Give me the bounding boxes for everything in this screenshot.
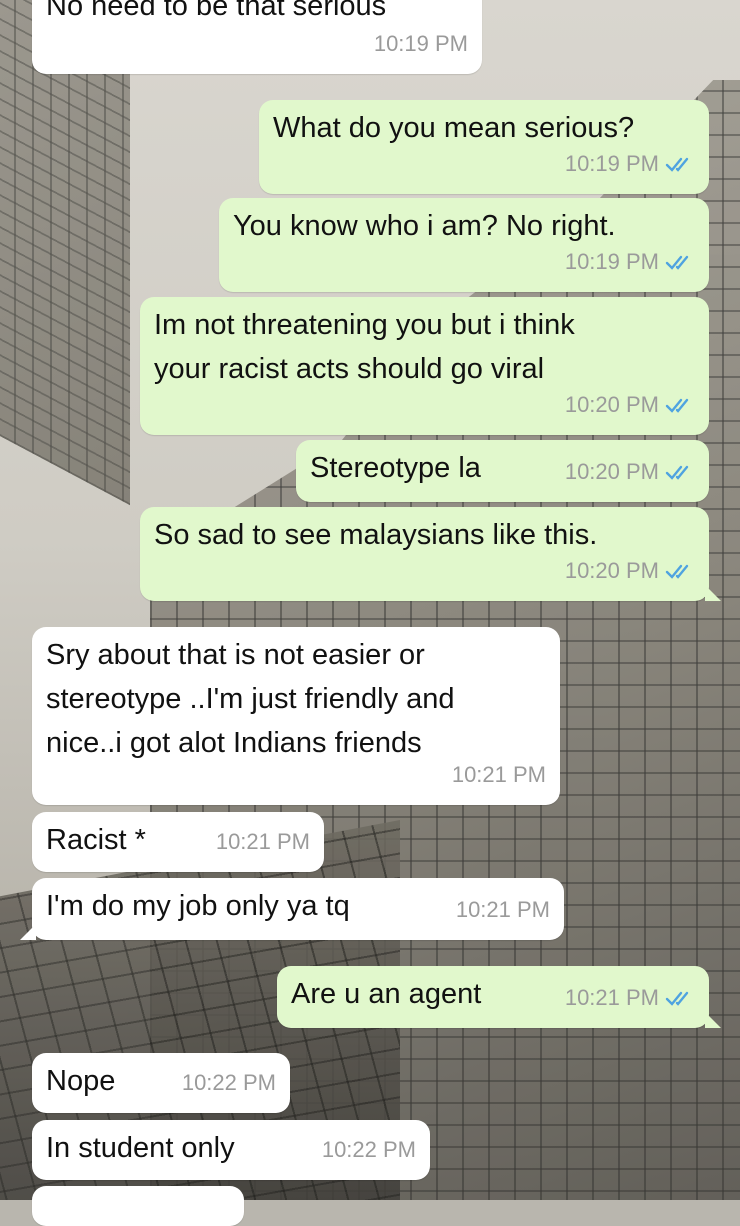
message-bubble-outgoing[interactable]: So sad to see malaysians like this. 10:2…: [140, 507, 721, 601]
message-bubble-incoming[interactable]: In student only 10:22 PM: [32, 1120, 430, 1180]
double-check-icon: [665, 465, 689, 480]
message-time: 10:20 PM: [564, 459, 659, 484]
message-bubble-incoming[interactable]: Sry about that is not easier or stereoty…: [32, 627, 560, 805]
double-check-icon: [665, 991, 689, 1006]
message-text: Sry about that is not easier or stereoty…: [46, 639, 455, 759]
message-bubble-incoming-partial[interactable]: [32, 1186, 244, 1226]
message-bubble-outgoing[interactable]: You know who i am? No right. 10:19 PM: [219, 198, 709, 292]
message-time: 10:21 PM: [564, 985, 659, 1010]
message-bubble-incoming[interactable]: Racist * 10:21 PM: [32, 812, 324, 872]
double-check-icon: [665, 255, 689, 270]
message-bubble-outgoing[interactable]: What do you mean serious? 10:19 PM: [259, 100, 709, 194]
message-bubble-outgoing[interactable]: Im not threatening you but i think your …: [140, 297, 709, 435]
message-bubble-incoming[interactable]: Nope 10:22 PM: [32, 1053, 290, 1113]
double-check-icon: [665, 564, 689, 579]
message-time: 10:21 PM: [215, 829, 310, 854]
message-time: 10:19 PM: [373, 31, 468, 56]
double-check-icon: [665, 398, 689, 413]
message-bubble-outgoing[interactable]: Are u an agent 10:21 PM: [277, 966, 721, 1028]
message-bubble-outgoing[interactable]: Stereotype la 10:20 PM: [296, 440, 709, 502]
message-bubble-incoming[interactable]: I'm do my job only ya tq 10:21 PM: [20, 878, 564, 940]
message-time: 10:21 PM: [451, 762, 546, 787]
message-list[interactable]: No need to be that serious 10:19 PM What…: [0, 0, 740, 1226]
message-text: Im not threatening you but i think your …: [154, 309, 575, 385]
message-time: 10:22 PM: [321, 1137, 416, 1162]
message-time: 10:20 PM: [564, 558, 659, 583]
message-time: 10:20 PM: [564, 392, 659, 417]
message-time: 10:19 PM: [564, 249, 659, 274]
double-check-icon: [665, 157, 689, 172]
message-time: 10:21 PM: [455, 897, 550, 922]
message-time: 10:19 PM: [564, 151, 659, 176]
message-bubble-incoming[interactable]: No need to be that serious 10:19 PM: [32, 0, 482, 74]
message-time: 10:22 PM: [181, 1070, 276, 1095]
